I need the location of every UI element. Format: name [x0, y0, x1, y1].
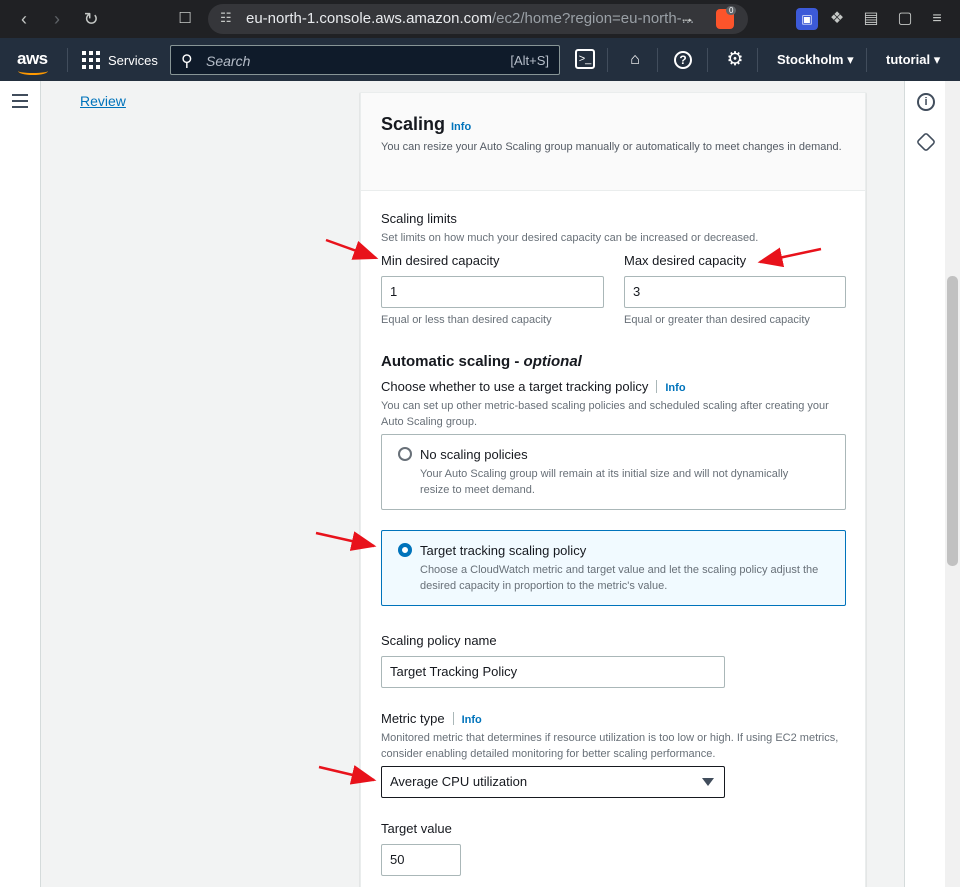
services-grid-icon	[82, 51, 100, 69]
address-bar[interactable]: ☷ eu-north-1.console.aws.amazon.com/ec2/…	[208, 4, 748, 34]
radio-no-scaling-policies[interactable]: No scaling policies Your Auto Scaling gr…	[381, 434, 846, 510]
scaling-card-header: Scaling Info You can resize your Auto Sc…	[361, 93, 865, 191]
help-icon[interactable]: ?	[674, 51, 692, 69]
sidebar-toggle-icon[interactable]: ▤	[860, 8, 882, 30]
account-label: tutorial	[886, 52, 931, 67]
nav-divider	[757, 48, 758, 72]
target-tracking-choice-desc: You can set up other metric-based scalin…	[381, 400, 829, 428]
url-text: eu-north-1.console.aws.amazon.com/ec2/ho…	[246, 10, 695, 27]
reload-icon[interactable]: ↻	[79, 7, 103, 31]
nav-divider	[866, 48, 867, 72]
back-icon[interactable]: ‹	[12, 7, 36, 31]
scaling-info-link[interactable]: Info	[451, 121, 471, 133]
chevron-down-icon: ▾	[847, 52, 854, 67]
bitwarden-icon[interactable]: ▣	[796, 8, 818, 30]
radio-label: No scaling policies	[420, 447, 528, 462]
region-label: Stockholm	[777, 52, 844, 67]
hamburger-menu-icon[interactable]	[12, 94, 28, 108]
left-nav-rail	[0, 81, 41, 887]
radio-label: Target tracking scaling policy	[420, 543, 587, 558]
target-value-label: Target value	[381, 821, 452, 836]
metric-type-desc: Monitored metric that determines if reso…	[381, 732, 839, 760]
nav-divider	[657, 48, 658, 72]
metric-type-label: Metric type Info	[381, 711, 482, 726]
notifications-bell-icon[interactable]: ⌂	[624, 49, 646, 71]
right-tools-rail: i	[904, 81, 945, 887]
max-capacity-hint: Equal or greater than desired capacity	[624, 314, 810, 326]
services-label: Services	[108, 52, 158, 68]
scaling-description: You can resize your Auto Scaling group m…	[381, 141, 842, 153]
metric-type-value: Average CPU utilization	[390, 774, 528, 789]
min-capacity-hint: Equal or less than desired capacity	[381, 314, 552, 326]
radio-button[interactable]	[398, 447, 412, 461]
radio-desc: Choose a CloudWatch metric and target va…	[420, 564, 819, 592]
account-menu[interactable]: tutorial ▾	[886, 52, 940, 68]
policy-name-label: Scaling policy name	[381, 633, 497, 648]
metric-type-info-link[interactable]: Info	[462, 714, 482, 726]
nav-divider	[707, 48, 708, 72]
search-input[interactable]: ⚲ Search [Alt+S]	[170, 45, 560, 75]
radio-target-tracking-policy[interactable]: Target tracking scaling policy Choose a …	[381, 530, 846, 606]
site-info-icon[interactable]: ☷	[220, 10, 232, 26]
radio-button-selected[interactable]	[398, 543, 412, 557]
radio-desc: Your Auto Scaling group will remain at i…	[420, 468, 789, 496]
services-button[interactable]: Services	[82, 50, 158, 70]
scaling-title: Scaling	[381, 114, 446, 134]
extensions-icon[interactable]: ❖	[826, 8, 848, 30]
nav-divider	[67, 48, 68, 72]
forward-icon[interactable]: ›	[45, 7, 69, 31]
search-placeholder: Search	[206, 53, 251, 69]
target-tracking-choice-label: Choose whether to use a target tracking …	[381, 379, 686, 394]
browser-toolbar: ‹ › ↻ ☐ ☷ eu-north-1.console.aws.amazon.…	[0, 0, 960, 38]
nav-divider	[607, 48, 608, 72]
aws-top-nav: aws Services ⚲ Search [Alt+S] >_ ⌂ ? ⚙ S…	[0, 38, 960, 81]
chevron-down-icon: ▾	[933, 52, 941, 67]
region-selector[interactable]: Stockholm ▾	[777, 52, 854, 68]
shield-badge: 0	[726, 6, 737, 15]
policy-name-input[interactable]: Target Tracking Policy	[381, 656, 725, 688]
bookmark-icon[interactable]: ☐	[173, 7, 197, 31]
info-panel-icon[interactable]: i	[917, 93, 935, 111]
share-icon[interactable]: ⭬	[682, 10, 693, 34]
settings-gear-icon[interactable]: ⚙	[724, 49, 746, 71]
max-capacity-label: Max desired capacity	[624, 253, 747, 268]
scaling-card: Scaling Info You can resize your Auto Sc…	[360, 92, 866, 887]
search-icon: ⚲	[181, 53, 193, 70]
feedback-icon[interactable]	[915, 131, 937, 153]
caret-down-icon	[702, 778, 714, 786]
min-capacity-label: Min desired capacity	[381, 253, 500, 268]
min-capacity-input[interactable]: 1	[381, 276, 604, 308]
aws-logo[interactable]: aws	[17, 49, 48, 69]
automatic-scaling-title: Automatic scaling - optional	[381, 353, 582, 370]
metric-type-select[interactable]: Average CPU utilization	[381, 766, 725, 798]
cloudshell-icon[interactable]: >_	[575, 49, 595, 69]
max-capacity-input[interactable]: 3	[624, 276, 846, 308]
target-tracking-info-link[interactable]: Info	[665, 382, 685, 394]
scrollbar-thumb[interactable]	[947, 276, 958, 566]
step-link-review[interactable]: Review	[80, 93, 126, 109]
scaling-limits-label: Scaling limits	[381, 211, 457, 226]
search-shortcut: [Alt+S]	[510, 53, 549, 68]
page-scrollbar[interactable]	[945, 81, 960, 887]
wallet-icon[interactable]: ▢	[894, 8, 916, 30]
brave-shield-icon[interactable]: 0	[716, 6, 737, 29]
menu-icon[interactable]: ≡	[926, 8, 948, 30]
scaling-limits-desc: Set limits on how much your desired capa…	[381, 232, 759, 244]
target-value-input[interactable]: 50	[381, 844, 461, 876]
aws-logo-smile	[18, 67, 48, 75]
